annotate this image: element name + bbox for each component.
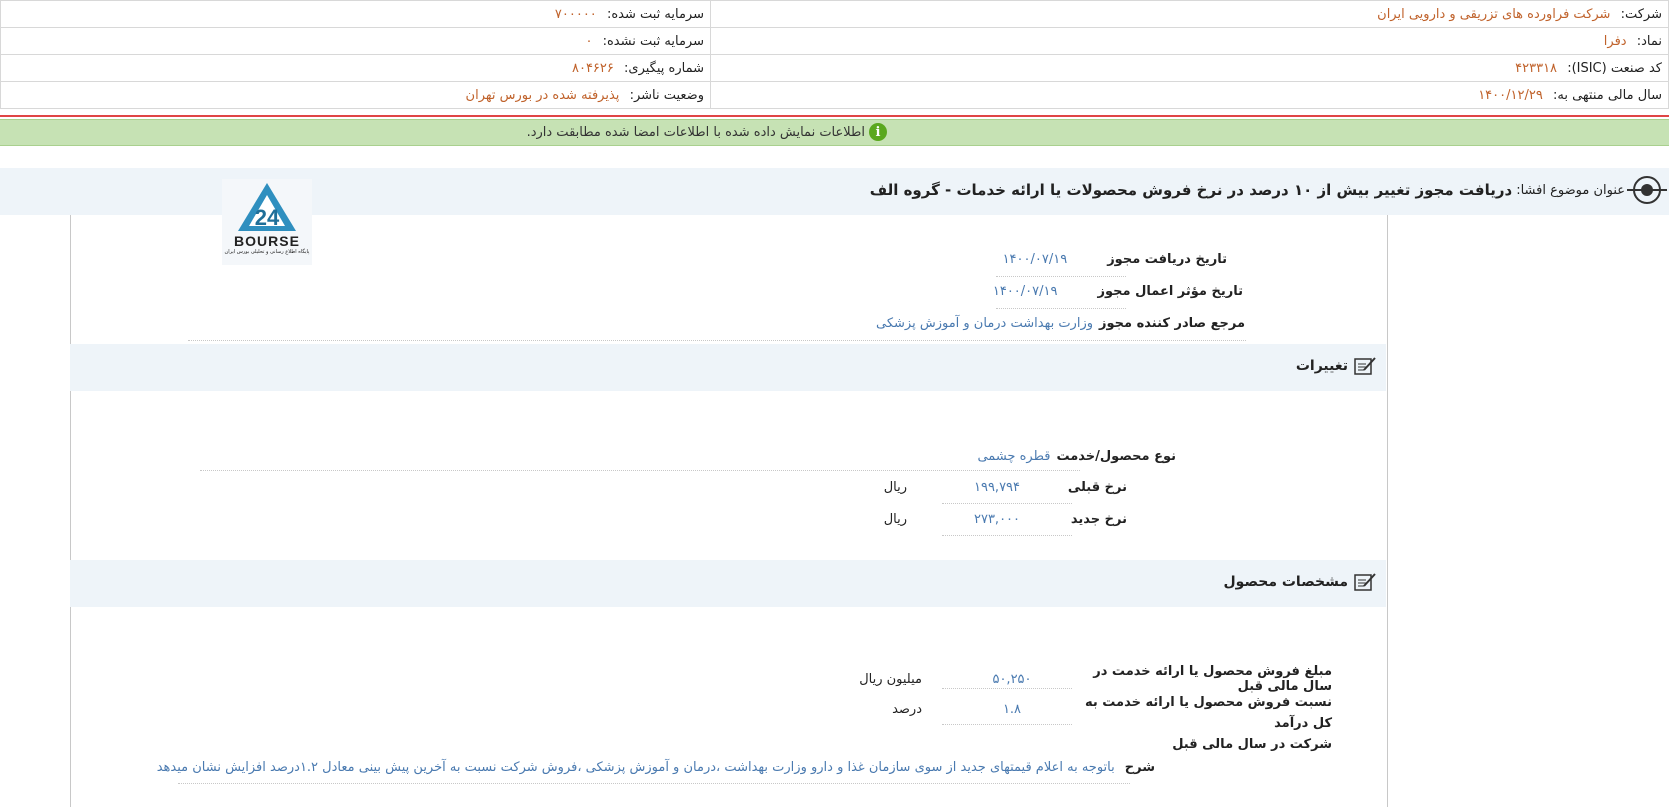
ratio-label-line1: نسبت فروش محصول یا ارائه خدمت به کل درآم… <box>1085 695 1332 731</box>
new-rate-value: ۲۷۳,۰۰۰ <box>973 512 1021 527</box>
changes-section-title: تغییرات <box>1295 358 1348 374</box>
effective-date-value: ۱۴۰۰/۰۷/۱۹ <box>992 284 1058 299</box>
tracking-cell: شماره پیگیری: ۸۰۴۶۲۶ <box>0 54 711 82</box>
issuer-underline <box>188 340 1246 341</box>
verification-text: اطلاعات نمایش داده شده با اطلاعات امضا ش… <box>526 124 865 140</box>
receive-date-row: تاریخ دریافت مجوز ۱۴۰۰/۰۷/۱۹ <box>1003 252 1227 267</box>
symbol-label: نماد: <box>1636 33 1662 49</box>
publisher-status-cell: وضعیت ناشر: پذیرفته شده در بورس تهران <box>0 81 711 109</box>
effective-date-row: تاریخ مؤثر اعمال مجوز ۱۴۰۰/۰۷/۱۹ <box>993 284 1243 299</box>
description-label: شرح <box>1124 760 1155 775</box>
company-info-table: شرکت: شرکت فراورده های تزریقی و دارویی ا… <box>0 0 1669 109</box>
product-type-value: قطره چشمی <box>977 449 1051 464</box>
bourse24-logo: 24 BOURSE پایگاه اطلاع رسانی و تحلیلی بو… <box>222 179 312 265</box>
publisher-status-label: وضعیت ناشر: <box>629 87 704 103</box>
description-underline <box>178 783 1130 784</box>
new-rate-label: نرخ جدید <box>1070 512 1127 527</box>
new-rate-unit: ریال <box>883 512 907 527</box>
prev-rate-underline <box>942 503 1072 504</box>
unregistered-capital-cell: سرمایه ثبت نشده: ۰ <box>0 27 711 55</box>
receive-date-underline <box>996 276 1126 277</box>
prev-rate-row: نرخ قبلی ۱۹۹,۷۹۴ ریال <box>707 480 1127 495</box>
fiscal-year-cell: سال مالی منتهی به: ۱۴۰۰/۱۲/۲۹ <box>710 81 1669 109</box>
logo-text: BOURSE <box>234 233 300 249</box>
ratio-unit: درصد <box>892 702 922 717</box>
registered-capital-label: سرمایه ثبت شده: <box>606 6 704 22</box>
issuer-label: مرجع صادر کننده مجوز <box>1099 316 1245 331</box>
changes-section-header: تغییرات <box>70 344 1386 391</box>
ratio-value: ۱.۸ <box>1002 702 1022 717</box>
fiscal-year-value: ۱۴۰۰/۱۲/۲۹ <box>1478 87 1543 103</box>
registered-capital-value: ۷۰۰۰۰۰ <box>554 6 597 22</box>
logo-subtext: پایگاه اطلاع رسانی و تحلیلی بورس ایران <box>224 249 310 255</box>
issuer-row: مرجع صادر کننده مجوز وزارت بهداشت درمان … <box>876 316 1245 331</box>
company-label: شرکت: <box>1620 6 1662 22</box>
ratio-label-line2: شرکت در سال مالی قبل <box>1172 737 1332 752</box>
edit-icon <box>1354 357 1376 375</box>
receive-date-label: تاریخ دریافت مجوز <box>1107 252 1227 267</box>
issuer-value: وزارت بهداشت درمان و آموزش پزشکی <box>876 316 1094 331</box>
product-type-row: نوع محصول/خدمت قطره چشمی <box>977 449 1176 464</box>
isic-label: کد صنعت (ISIC): <box>1567 60 1662 76</box>
publisher-status-value: پذیرفته شده در بورس تهران <box>465 87 620 103</box>
sales-underline <box>942 688 1072 689</box>
target-icon <box>1627 176 1667 204</box>
sales-value: ۵۰,۲۵۰ <box>992 671 1032 687</box>
product-type-underline <box>200 470 1080 471</box>
sales-unit: میلیون ریال <box>859 671 922 687</box>
new-rate-row: نرخ جدید ۲۷۳,۰۰۰ ریال <box>707 512 1127 527</box>
specs-section-title: مشخصات محصول <box>1223 574 1348 590</box>
isic-cell: کد صنعت (ISIC): ۴۲۳۳۱۸ <box>710 54 1669 82</box>
prev-rate-label: نرخ قبلی <box>1067 480 1127 495</box>
tracking-value: ۸۰۴۶۲۶ <box>571 60 614 76</box>
ratio-label: نسبت فروش محصول یا ارائه خدمت به کل درآم… <box>1072 692 1332 755</box>
sales-row: مبلغ فروش محصول یا ارائه خدمت در سال مال… <box>732 664 1332 694</box>
isic-value: ۴۲۳۳۱۸ <box>1515 60 1558 76</box>
subject-title: دریافت مجوز تغییر بیش از ۱۰ درصد در نرخ … <box>869 181 1513 199</box>
registered-capital-cell: سرمایه ثبت شده: ۷۰۰۰۰۰ <box>0 0 711 28</box>
symbol-cell: نماد: دفرا <box>710 27 1669 55</box>
product-type-label: نوع محصول/خدمت <box>1056 449 1176 464</box>
new-rate-underline <box>942 535 1072 536</box>
subject-label: عنوان موضوع افشا: <box>1516 182 1625 198</box>
unregistered-capital-value: ۰ <box>585 33 593 49</box>
prev-rate-value: ۱۹۹,۷۹۴ <box>973 480 1021 495</box>
ratio-underline <box>942 724 1072 725</box>
sales-label: مبلغ فروش محصول یا ارائه خدمت در سال مال… <box>1093 664 1332 694</box>
company-value[interactable]: شرکت فراورده های تزریقی و دارویی ایران <box>1377 7 1610 22</box>
description-value: باتوجه به اعلام قیمتهای جدید از سوی سازم… <box>156 760 1115 775</box>
divider-line <box>0 115 1669 117</box>
info-icon: i <box>869 123 887 141</box>
tracking-label: شماره پیگیری: <box>624 60 704 76</box>
svg-text:24: 24 <box>255 205 280 230</box>
prev-rate-unit: ریال <box>883 480 907 495</box>
description-row: شرح باتوجه به اعلام قیمتهای جدید از سوی … <box>157 760 1155 775</box>
specs-section-header: مشخصات محصول <box>70 560 1386 607</box>
effective-date-underline <box>996 308 1126 309</box>
symbol-value[interactable]: دفرا <box>1604 34 1627 49</box>
unregistered-capital-label: سرمایه ثبت نشده: <box>602 33 704 49</box>
company-cell: شرکت: شرکت فراورده های تزریقی و دارویی ا… <box>710 0 1669 28</box>
effective-date-label: تاریخ مؤثر اعمال مجوز <box>1097 284 1243 299</box>
verification-notice: i اطلاعات نمایش داده شده با اطلاعات امضا… <box>0 119 1669 146</box>
receive-date-value: ۱۴۰۰/۰۷/۱۹ <box>1002 252 1068 267</box>
fiscal-year-label: سال مالی منتهی به: <box>1552 87 1662 103</box>
edit-icon <box>1354 573 1376 591</box>
